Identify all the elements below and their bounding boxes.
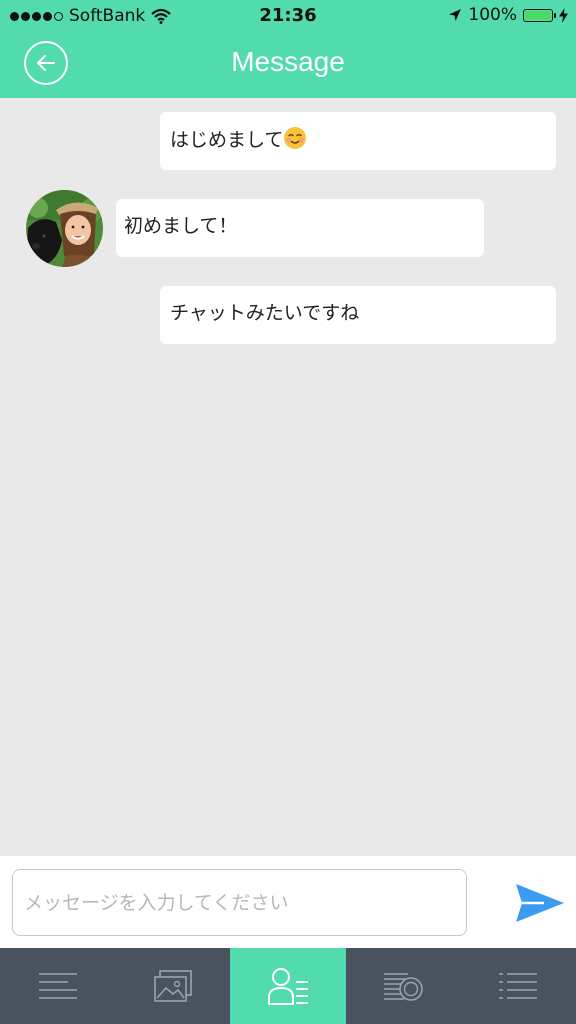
send-button[interactable]	[514, 881, 566, 925]
gallery-icon	[153, 970, 192, 1002]
location-arrow-icon	[449, 9, 462, 21]
list-icon	[499, 973, 538, 999]
message-input[interactable]	[12, 869, 467, 936]
battery-percent: 100%	[468, 5, 517, 25]
message-bubble-sent: チャットみたいですね	[160, 286, 556, 344]
message-bubble-received: 初めまして！	[116, 199, 484, 257]
status-bar: SoftBank 21:36 100%	[0, 0, 576, 32]
message-bubble-sent: はじめまして	[160, 112, 556, 170]
avatar-photo	[26, 190, 103, 267]
status-right: 100%	[448, 5, 568, 25]
message-text: 初めまして！	[124, 215, 238, 237]
page-title: Message	[231, 46, 345, 77]
menu-lines-icon	[38, 973, 77, 999]
tab-coins[interactable]	[346, 948, 461, 1024]
battery-level	[525, 10, 551, 20]
tab-bar	[0, 948, 576, 1024]
tab-menu[interactable]	[0, 948, 115, 1024]
tab-gallery[interactable]	[115, 948, 230, 1024]
smiling-face-icon	[284, 127, 307, 149]
header: SoftBank 21:36 100% Message	[0, 0, 576, 98]
message-composer	[0, 856, 576, 948]
chat-area[interactable]: はじめまして 初めまして！ チャットみたいですね	[0, 98, 576, 856]
message-text: チャットみたいですね	[170, 302, 360, 324]
tab-list[interactable]	[461, 948, 576, 1024]
tab-profile[interactable]	[230, 948, 346, 1024]
coins-icon	[384, 973, 424, 1001]
avatar[interactable]	[26, 190, 103, 267]
profile-list-icon	[268, 968, 308, 1005]
charging-icon	[559, 7, 568, 23]
send-icon	[516, 884, 564, 922]
message-text: はじめまして	[170, 129, 284, 151]
battery-icon	[523, 8, 556, 22]
